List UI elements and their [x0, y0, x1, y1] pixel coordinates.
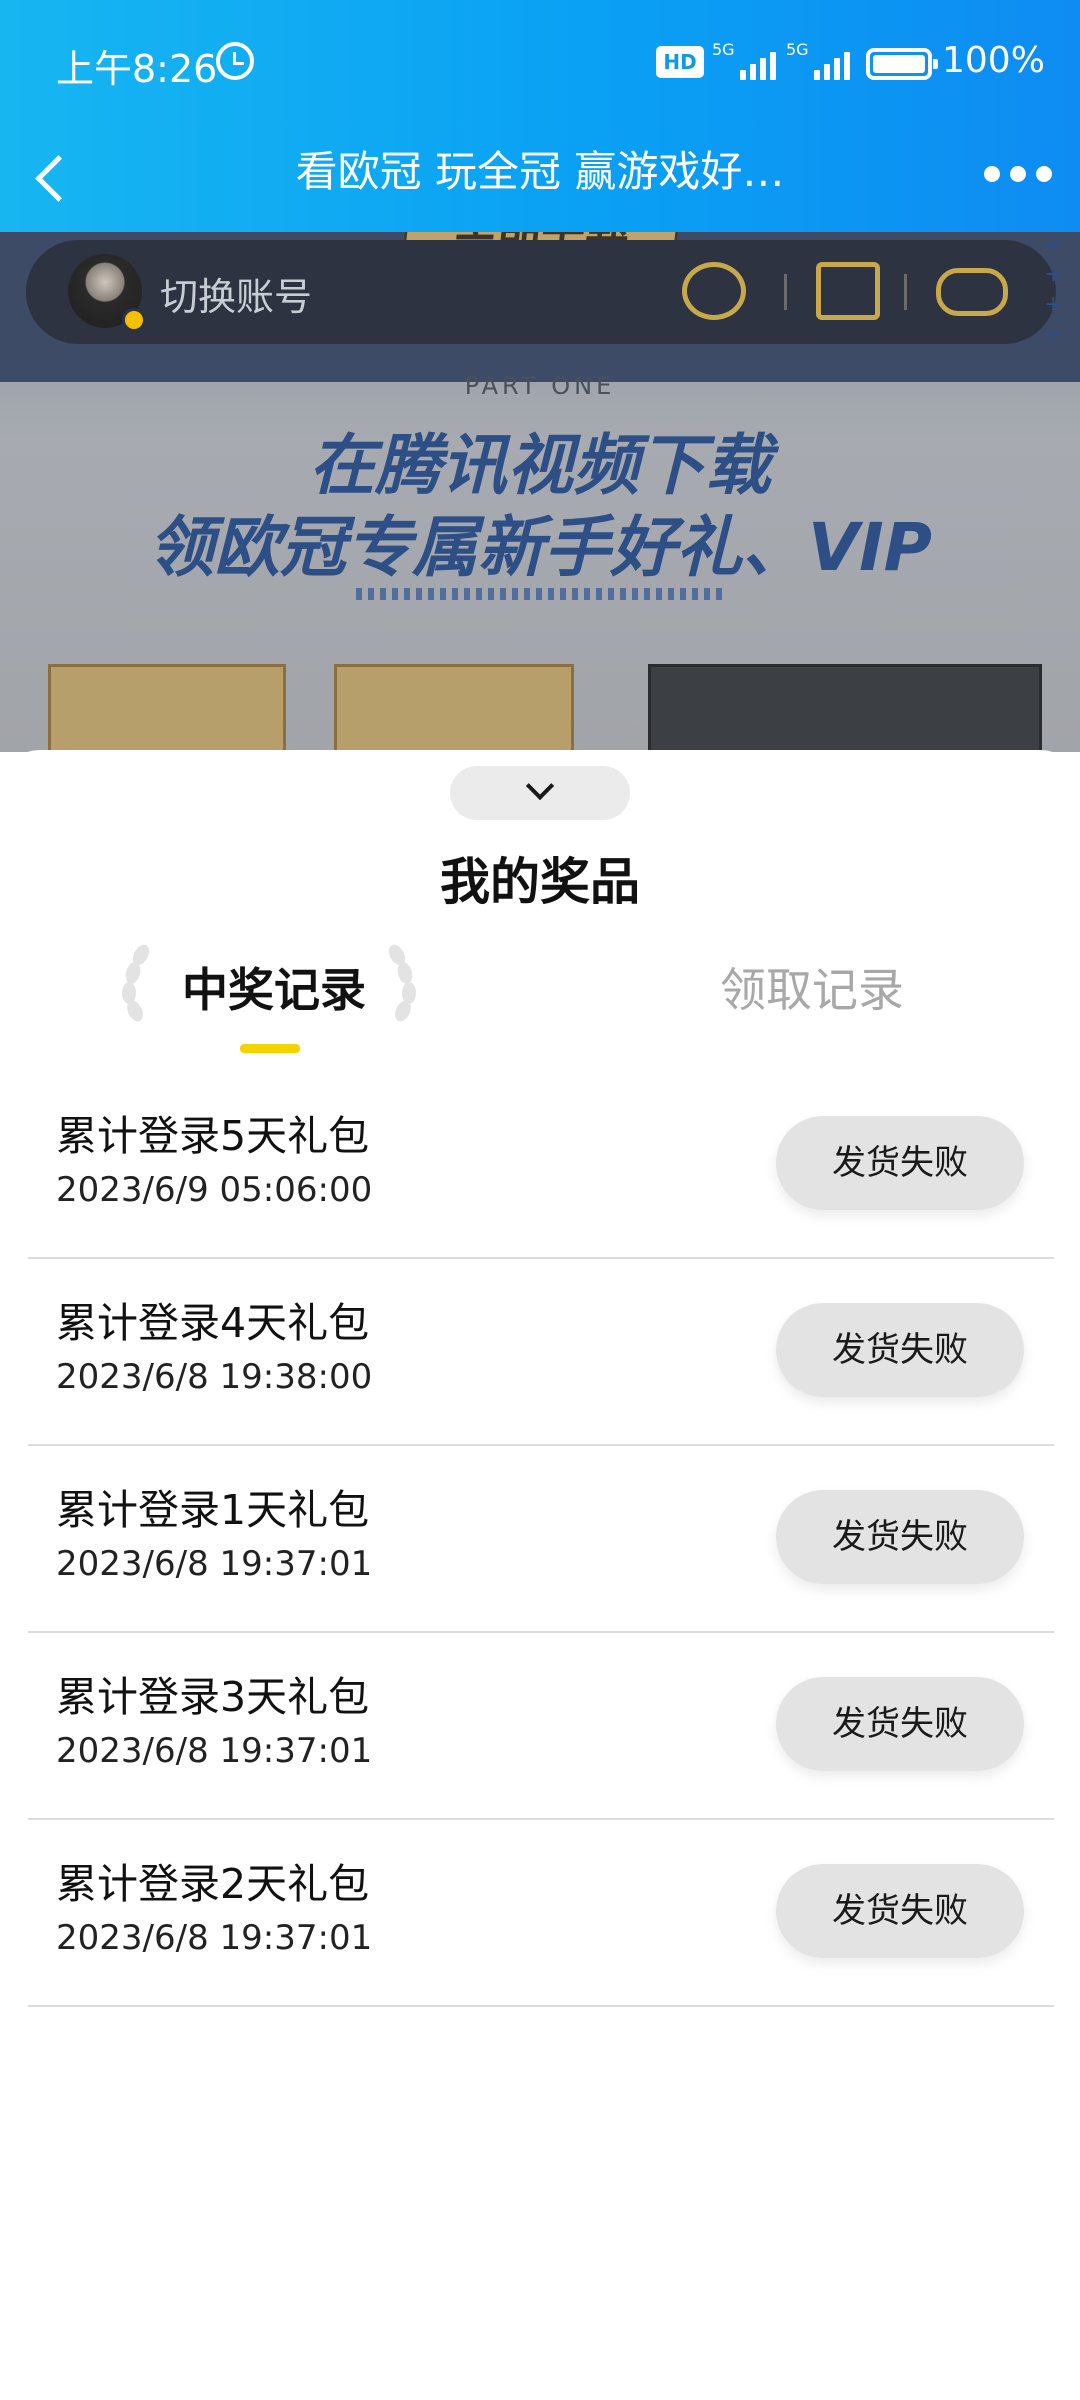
- qq-badge-icon: [122, 308, 146, 332]
- record-name: 累计登录4天礼包: [56, 1299, 370, 1347]
- switch-account-link[interactable]: 切换账号: [160, 266, 312, 321]
- prize-card: [648, 664, 1042, 752]
- list-item: 累计登录1天礼包 2023/6/8 19:37:01 发货失败: [28, 1446, 1054, 1633]
- sheet-title: 我的奖品: [440, 853, 640, 911]
- signal-icon: 5G: [786, 38, 856, 82]
- laurel-right-icon: [384, 941, 418, 1024]
- battery-icon: [866, 48, 938, 80]
- more-dots-icon[interactable]: [984, 154, 1056, 194]
- record-date: 2023/6/9 05:06:00: [56, 1170, 373, 1210]
- tab-won-records[interactable]: 中奖记录: [182, 954, 366, 1024]
- record-name: 累计登录3天礼包: [56, 1673, 370, 1721]
- back-arrow-icon[interactable]: [18, 140, 90, 212]
- prize-card: [334, 664, 574, 752]
- account-bar: 切换账号: [26, 240, 1056, 344]
- plus-decoration: +: [1044, 322, 1063, 347]
- signal-icon: 5G: [712, 38, 782, 82]
- plus-decoration: +: [1044, 262, 1063, 287]
- prizes-sheet: 我的奖品 中奖记录 领取记录 累计登录5天礼包 2023/6/9 05:06:0…: [0, 750, 1080, 2400]
- page-title: 看欧冠 玩全冠 赢游戏好…: [295, 147, 785, 196]
- battery-percent: 100%: [942, 40, 1045, 81]
- list-item: 累计登录5天礼包 2023/6/9 05:06:00 发货失败: [28, 1072, 1054, 1259]
- part-label: PART ONE: [464, 372, 616, 400]
- top-app-bar: 上午8:26 HD 5G 5G 100% 看欧冠 玩全冠 赢游戏好…: [0, 0, 1080, 232]
- status-button[interactable]: 发货失败: [776, 1116, 1024, 1210]
- promo-subheadline: 领欧冠专属新手好礼、VIP: [147, 509, 932, 586]
- record-name: 累计登录5天礼包: [56, 1112, 370, 1160]
- status-button[interactable]: 发货失败: [776, 1303, 1024, 1397]
- tab-claim-records[interactable]: 领取记录: [720, 954, 904, 1024]
- collapse-chevron-icon[interactable]: [450, 766, 630, 820]
- navigation-bar: 看欧冠 玩全冠 赢游戏好…: [0, 120, 1080, 232]
- status-time: 上午8:26: [56, 47, 218, 91]
- record-date: 2023/6/8 19:38:00: [56, 1357, 373, 1397]
- plus-decoration: +: [1044, 292, 1063, 317]
- plus-decoration: +: [1044, 232, 1063, 257]
- gamepad-icon[interactable]: [936, 268, 1008, 316]
- records-list: 累计登录5天礼包 2023/6/9 05:06:00 发货失败 累计登录4天礼包…: [28, 1072, 1054, 2007]
- background-event-page: 立即下载 切换账号 PART ONE 在腾讯视频下载 领欧冠专属新手好礼、VIP…: [0, 232, 1080, 752]
- prize-card: [48, 664, 286, 752]
- status-button[interactable]: 发货失败: [776, 1677, 1024, 1771]
- active-tab-indicator: [240, 1044, 300, 1053]
- record-name: 累计登录2天礼包: [56, 1860, 370, 1908]
- list-item: 累计登录4天礼包 2023/6/8 19:38:00 发货失败: [28, 1259, 1054, 1446]
- status-button[interactable]: 发货失败: [776, 1864, 1024, 1958]
- decorative-stripes: [356, 588, 726, 600]
- wechat-icon[interactable]: [682, 262, 746, 320]
- hd-icon: HD: [656, 46, 704, 78]
- record-date: 2023/6/8 19:37:01: [56, 1544, 373, 1584]
- status-bar: 上午8:26 HD 5G 5G 100%: [0, 0, 1080, 120]
- laurel-left-icon: [120, 941, 154, 1024]
- record-date: 2023/6/8 19:37:01: [56, 1918, 373, 1958]
- record-name: 累计登录1天礼包: [56, 1486, 370, 1534]
- list-item: 累计登录3天礼包 2023/6/8 19:37:01 发货失败: [28, 1633, 1054, 1820]
- signal-generation-label: 5G: [712, 40, 735, 59]
- record-date: 2023/6/8 19:37:01: [56, 1731, 373, 1771]
- list-item: 累计登录2天礼包 2023/6/8 19:37:01 发货失败: [28, 1820, 1054, 2007]
- signal-generation-label: 5G: [786, 40, 809, 59]
- alarm-icon: [216, 42, 254, 80]
- status-button[interactable]: 发货失败: [776, 1490, 1024, 1584]
- avatar[interactable]: [68, 254, 146, 332]
- gift-icon[interactable]: [816, 262, 880, 320]
